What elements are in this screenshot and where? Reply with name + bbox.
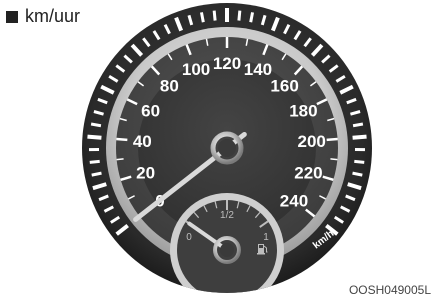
fuel-label-half: 1/2 <box>220 210 234 221</box>
speed-tick-label: 60 <box>141 102 160 121</box>
bezel-tick <box>87 134 102 140</box>
speed-tick-label: 120 <box>213 54 241 73</box>
bezel-tick <box>237 10 242 21</box>
speed-tick-label: 20 <box>136 163 155 182</box>
speed-tick-label: 160 <box>270 76 298 95</box>
speed-tick-label: 220 <box>294 163 322 182</box>
speed-tick-label: 240 <box>280 191 308 210</box>
bezel-tick <box>249 12 255 23</box>
speedometer-gauge: 0 1/2 1 02040608010012014016018020022024… <box>82 3 372 293</box>
fuel-label-empty: 0 <box>186 232 192 243</box>
bezel-tick <box>90 122 102 128</box>
speed-tick <box>326 137 338 142</box>
speed-tick <box>116 137 128 142</box>
speed-tick-label: 80 <box>160 76 179 95</box>
bezel-tick <box>352 171 363 177</box>
fuel-needle-hub-center <box>220 243 234 257</box>
speed-tick-label: 180 <box>289 102 317 121</box>
speed-tick <box>116 158 124 161</box>
bezel-tick <box>352 122 364 128</box>
bezel-tick <box>212 10 217 21</box>
speed-tick-label: 40 <box>133 132 152 151</box>
bezel-tick <box>91 171 102 177</box>
image-code: OOSH049005L <box>348 283 431 297</box>
bezel-tick <box>89 159 100 164</box>
speed-tick <box>330 158 338 161</box>
speed-tick-label: 100 <box>182 60 210 79</box>
speed-tick-label: 200 <box>298 132 326 151</box>
bezel-tick <box>354 159 365 164</box>
needle-hub-center <box>218 139 236 157</box>
fuel-label-full: 1 <box>263 232 269 243</box>
bezel-tick <box>199 12 205 23</box>
speed-tick-label: 140 <box>244 60 272 79</box>
bezel-tick <box>352 134 367 140</box>
